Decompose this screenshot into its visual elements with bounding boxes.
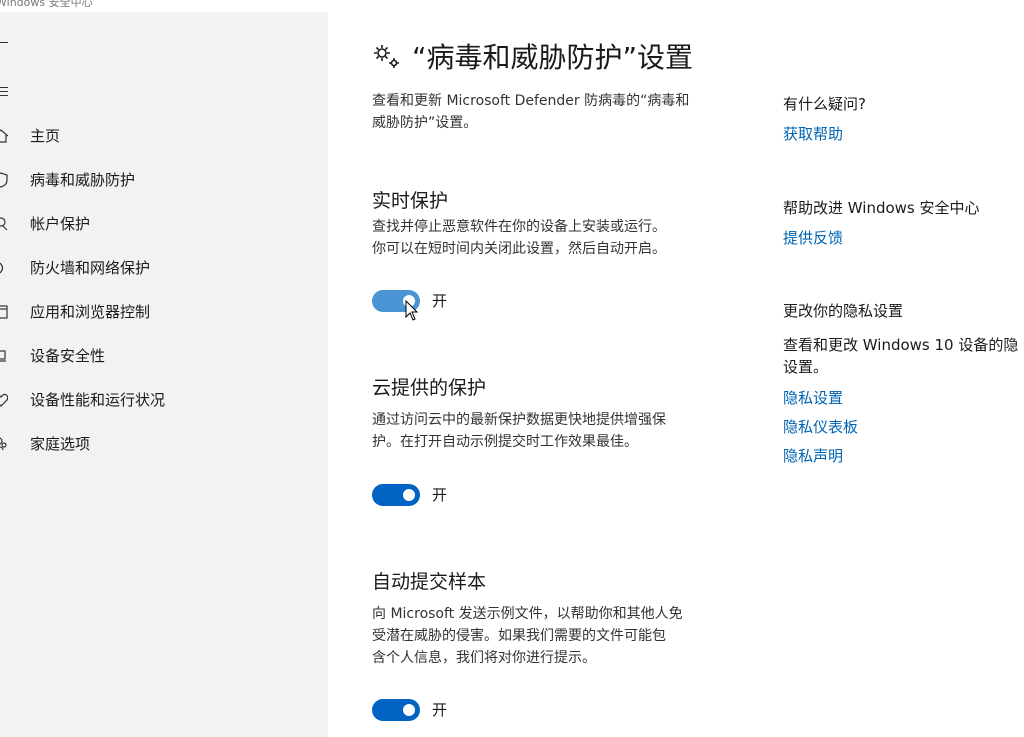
description-line: 受潜在威胁的侵害。如果我们需要的文件可能包	[372, 628, 666, 644]
description-line: 威胁防护”设置。	[372, 115, 478, 131]
mouse-cursor-icon	[405, 300, 419, 321]
privacy-statement-link[interactable]: 隐私声明	[783, 446, 843, 466]
shield-icon	[0, 170, 8, 190]
description-line: 设置。	[783, 358, 829, 376]
auto-sample-description: 向 Microsoft 发送示例文件，以帮助你和其他人免 受潜在威胁的侵害。如果…	[372, 603, 683, 669]
sidebar-item-account-protection[interactable]: 帐户保护	[0, 204, 328, 244]
description-line: 通过访问云中的最新保护数据更快地提供增强保	[372, 412, 666, 428]
home-icon	[0, 126, 9, 146]
description-line: 你可以在短时间内关闭此设置，然后自动开启。	[372, 241, 666, 257]
cloud-protection-toggle-label: 开	[432, 486, 448, 504]
questions-heading: 有什么疑问?	[783, 95, 866, 113]
sidebar-item-home[interactable]: 主页	[0, 116, 328, 156]
device-icon	[0, 346, 8, 366]
toggle-knob	[403, 704, 415, 716]
description-line: 护。在打开自动示例提交时工作效果最佳。	[372, 434, 638, 450]
description-line: 查找并停止恶意软件在你的设备上安装或运行。	[372, 219, 666, 235]
back-icon[interactable]	[0, 34, 14, 52]
sidebar-item-label: 病毒和威胁防护	[30, 171, 136, 189]
hamburger-menu-icon[interactable]	[0, 82, 14, 100]
auto-sample-title: 自动提交样本	[372, 571, 487, 593]
sidebar-item-label: 家庭选项	[30, 435, 91, 453]
sidebar-item-label: 帐户保护	[30, 215, 91, 233]
privacy-settings-link[interactable]: 隐私设置	[783, 388, 843, 408]
gear-icon	[374, 45, 399, 68]
description-line: 含个人信息，我们将对你进行提示。	[372, 650, 596, 666]
realtime-protection-toggle-label: 开	[432, 292, 448, 310]
get-help-link[interactable]: 获取帮助	[783, 124, 843, 144]
sidebar-item-label: 主页	[30, 127, 61, 145]
realtime-protection-description: 查找并停止恶意软件在你的设备上安装或运行。 你可以在短时间内关闭此设置，然后自动…	[372, 216, 666, 260]
sidebar-item-device-performance[interactable]: 设备性能和运行状况	[0, 380, 328, 420]
sidebar-item-label: 设备安全性	[30, 347, 106, 365]
privacy-dashboard-link[interactable]: 隐私仪表板	[783, 417, 858, 437]
privacy-heading: 更改你的隐私设置	[783, 302, 904, 320]
window-title: Windows 安全中心	[0, 0, 93, 9]
sidebar-item-device-security[interactable]: 设备安全性	[0, 336, 328, 376]
person-icon	[0, 214, 8, 234]
page-title: “病毒和威胁防护”设置	[412, 41, 694, 74]
cloud-protection-description: 通过访问云中的最新保护数据更快地提供增强保 护。在打开自动示例提交时工作效果最佳…	[372, 409, 666, 453]
sidebar-item-label: 应用和浏览器控制	[30, 303, 151, 321]
auto-sample-toggle-label: 开	[432, 701, 448, 719]
main-content: “病毒和威胁防护”设置 查看和更新 Microsoft Defender 防病毒…	[328, 12, 1024, 737]
realtime-protection-title: 实时保护	[372, 190, 449, 212]
improve-heading: 帮助改进 Windows 安全中心	[783, 199, 980, 217]
give-feedback-link[interactable]: 提供反馈	[783, 228, 843, 248]
auto-sample-toggle[interactable]	[372, 699, 420, 721]
privacy-description: 查看和更改 Windows 10 设备的隐 设置。	[783, 334, 1024, 378]
cloud-protection-title: 云提供的保护	[372, 377, 487, 399]
sidebar-item-label: 设备性能和运行状况	[30, 391, 166, 409]
description-line: 查看和更新 Microsoft Defender 防病毒的“病毒和	[372, 93, 690, 109]
sidebar-item-app-browser[interactable]: 应用和浏览器控制	[0, 292, 328, 332]
description-line: 查看和更改 Windows 10 设备的隐	[783, 336, 1019, 354]
page-description: 查看和更新 Microsoft Defender 防病毒的“病毒和 威胁防护”设…	[372, 90, 689, 134]
cloud-protection-toggle[interactable]	[372, 484, 420, 506]
heart-icon	[0, 390, 9, 410]
sidebar: 主页 病毒和威胁防护 帐户保护 防火墙和网络保护 应用和浏览器控制 设备安全性	[0, 12, 328, 737]
sidebar-item-firewall[interactable]: 防火墙和网络保护	[0, 248, 328, 288]
sidebar-item-virus-protection[interactable]: 病毒和威胁防护	[0, 160, 328, 200]
family-icon	[0, 434, 8, 454]
wifi-icon	[0, 258, 8, 278]
toggle-knob	[403, 489, 415, 501]
description-line: 向 Microsoft 发送示例文件，以帮助你和其他人免	[372, 606, 683, 622]
app-window-icon	[0, 302, 8, 322]
title-bar: Windows 安全中心	[0, 0, 1024, 12]
sidebar-item-family-options[interactable]: 家庭选项	[0, 424, 328, 464]
sidebar-item-label: 防火墙和网络保护	[30, 259, 151, 277]
